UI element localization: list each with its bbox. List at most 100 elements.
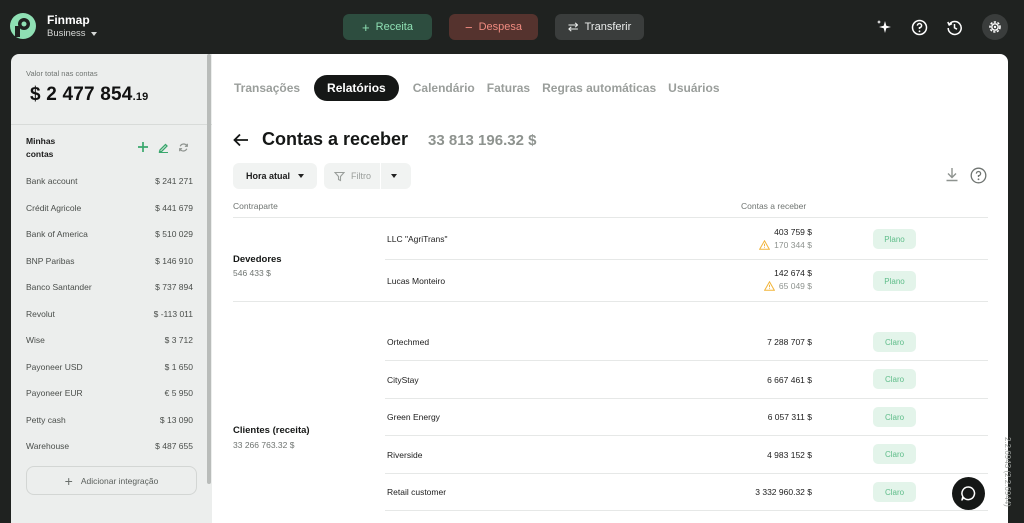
receivable-amount: 403 759 $ [774,227,812,237]
receivable-amount: 4 983 152 $ [767,450,812,460]
download-icon[interactable] [945,167,959,182]
counterparty-name[interactable]: CityStay [387,375,419,385]
account-row[interactable]: Payoneer EUR € 5 950 [26,388,193,398]
status-badge[interactable]: Claro [873,332,916,352]
sparkles-icon[interactable] [874,17,894,37]
status-badge[interactable]: Plano [873,229,916,249]
add-expense-button[interactable]: − Despesa [449,14,538,40]
total-balance-value: $ 2 477 854.19 [30,84,148,106]
account-name: Payoneer EUR [26,388,83,398]
account-balance: $ 3 712 [164,335,193,345]
account-balance: $ 1 650 [164,361,193,372]
account-row[interactable]: Warehouse $ 487 655 [26,441,193,451]
sidebar-scrollbar[interactable] [207,54,211,484]
add-integration-label: Adicionar integração [80,475,159,486]
plan-label: Business [47,28,86,39]
top-bar: Finmap Business + Receita − Despesa ⇄ Tr… [0,0,1024,54]
counterparty-name[interactable]: LLC "AgriTrans" [387,234,448,244]
support-chat-button[interactable] [952,477,985,510]
tab-bar: Transações Relatórios Calendário Faturas… [228,75,726,101]
account-row[interactable]: BNP Paribas $ 146 910 [26,256,193,266]
add-integration-button[interactable]: + Adicionar integração [26,466,197,495]
row-divider [385,510,988,511]
account-row[interactable]: Bank account $ 241 271 [26,176,193,186]
tab-relatorios[interactable]: Relatórios [314,75,399,101]
refresh-icon[interactable] [178,142,189,153]
account-row[interactable]: Crédit Agricole $ 441 679 [26,203,193,213]
counterparty-name[interactable]: Retail customer [387,487,446,497]
tab-calendario[interactable]: Calendário [407,75,481,101]
page-total: 33 813 196.32 $ [428,132,537,149]
account-name: Revolut [26,308,55,319]
plus-icon: + [362,19,370,35]
account-name: Banco Santander [26,282,92,292]
status-badge[interactable]: Claro [873,482,916,502]
account-row[interactable]: Bank of America $ 510 029 [26,229,193,239]
back-arrow-icon[interactable] [233,133,249,147]
gear-icon [989,21,1001,33]
receivable-amount: 142 674 $ [774,268,812,278]
help-circle-icon[interactable] [909,17,929,37]
settings-button[interactable] [982,14,1008,40]
counterparty-name[interactable]: Lucas Monteiro [387,276,445,286]
account-balance: $ 510 029 [155,229,193,239]
account-name: Petty cash [26,414,66,425]
account-row[interactable]: Revolut $ -113 011 [26,309,193,319]
table-header-divider [233,217,988,218]
help-circle-icon[interactable] [970,167,987,184]
account-row[interactable]: Payoneer USD $ 1 650 [26,362,193,372]
brand-name: Finmap [47,13,90,27]
history-icon[interactable] [944,17,964,37]
time-period-dropdown[interactable]: Hora atual [233,163,317,189]
plan-selector[interactable]: Business [47,28,97,39]
account-name: Crédit Agricole [26,202,82,213]
account-name: Bank account [26,176,78,186]
account-row[interactable]: Wise $ 3 712 [26,335,193,345]
main-panel: Transações Relatórios Calendário Faturas… [212,54,1008,523]
edit-pencil-icon[interactable] [158,142,169,153]
tab-usuarios[interactable]: Usuários [662,75,725,101]
chevron-down-icon [298,174,304,178]
account-row[interactable]: Banco Santander $ 737 894 [26,282,193,292]
status-badge[interactable]: Claro [873,407,916,427]
counterparty-name[interactable]: Green Energy [387,412,440,422]
app-version: 2.2.6943 (2.2.6944) [1003,437,1012,507]
receivable-amount: 7 288 707 $ [767,337,812,347]
finmap-logo-icon[interactable] [9,12,37,40]
receivable-amount: 6 057 311 $ [767,412,812,422]
transfer-label: Transferir [584,21,632,33]
account-balance: $ 441 679 [155,202,193,213]
total-balance-cents: .19 [132,91,149,103]
counterparty-name[interactable]: Riverside [387,450,422,460]
add-account-icon[interactable] [137,141,149,153]
filter-funnel-icon [334,171,345,181]
counterparty-name[interactable]: Ortechmed [387,337,429,347]
row-divider [385,398,988,399]
status-badge[interactable]: Plano [873,271,916,291]
status-badge[interactable]: Claro [873,444,916,464]
time-period-label: Hora atual [245,171,290,181]
chevron-down-icon[interactable] [391,174,397,178]
transfer-arrows-icon: ⇄ [567,19,579,34]
column-header-receivable[interactable]: Contas a receber [741,201,806,211]
row-divider [385,360,988,361]
overdue-value: 65 049 $ [778,281,812,291]
minus-icon: − [464,19,473,35]
transfer-button[interactable]: ⇄ Transferir [555,14,644,40]
total-balance-main: $ 2 477 854 [30,84,133,105]
account-row[interactable]: Petty cash $ 13 090 [26,415,193,425]
accounts-header: Minhas contas [26,136,56,159]
tab-transacoes[interactable]: Transações [228,75,306,101]
group-divider [233,301,988,302]
tab-faturas[interactable]: Faturas [481,75,536,101]
filter-dropdown[interactable]: Filtro [324,163,411,189]
tab-regras-automaticas[interactable]: Regras automáticas [536,75,662,101]
row-divider [385,473,988,474]
add-income-label: Receita [375,21,413,33]
account-balance: $ 146 910 [155,255,193,266]
account-name: Bank of America [26,229,88,239]
row-divider [385,435,988,436]
account-balance: $ 737 894 [155,282,193,292]
add-income-button[interactable]: + Receita [343,14,432,40]
status-badge[interactable]: Claro [873,369,916,389]
